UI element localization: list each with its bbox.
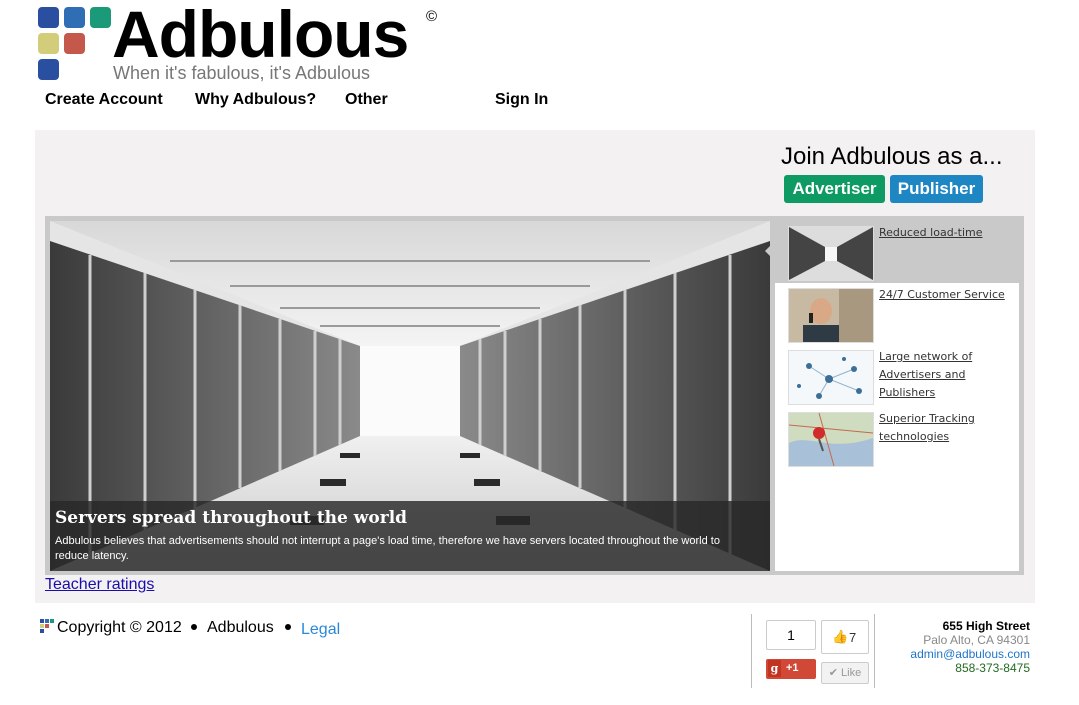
gplus-label: +1 <box>786 662 799 674</box>
server-room-image: Servers spread throughout the world Adbu… <box>50 221 770 571</box>
caption-title: Servers spread throughout the world <box>55 508 408 528</box>
contact-email-link[interactable]: admin@adbulous.com <box>910 647 1030 661</box>
legal-link[interactable]: Legal <box>301 621 340 639</box>
slider-thumbnails: Reduced load-time 24/7 Customer Service <box>765 221 1019 571</box>
nav-other[interactable]: Other <box>345 91 388 109</box>
logo-square <box>38 33 59 54</box>
main-nav: Create Account Why Adbulous? Other Sign … <box>0 91 600 113</box>
advertiser-button[interactable]: Advertiser <box>784 175 885 203</box>
address-street: 655 High Street <box>942 619 1030 633</box>
logo-mark <box>38 7 112 81</box>
active-pointer-icon <box>765 241 775 261</box>
thumb-label: Large network of Advertisers and Publish… <box>879 350 973 399</box>
tagline: When it's fabulous, it's Adbulous <box>113 63 371 83</box>
like-count: 7 <box>849 630 857 645</box>
nav-why-adbulous[interactable]: Why Adbulous? <box>195 91 316 109</box>
contact-phone: 858-373-8475 <box>955 661 1030 675</box>
thumb-label: Superior Tracking technologies <box>879 412 975 443</box>
thumb-item-reduced-load-time[interactable]: Reduced load-time <box>765 221 1019 283</box>
thumb-item-customer-service[interactable]: 24/7 Customer Service <box>775 283 1019 345</box>
footer-separator-dot <box>285 624 291 630</box>
copyright-mark: © <box>426 8 438 25</box>
main-panel: Join Adbulous as a... Advertiser Publish… <box>35 130 1035 603</box>
footer-divider <box>751 614 752 688</box>
publisher-button[interactable]: Publisher <box>890 175 983 203</box>
like-label: Like <box>841 667 862 679</box>
logo-square <box>38 7 59 28</box>
gplus-button[interactable]: g +1 <box>766 659 816 679</box>
caption-text: Adbulous believes that advertisements sh… <box>55 535 720 562</box>
teacher-ratings-link[interactable]: Teacher ratings <box>45 576 154 594</box>
thumb-image-support-agent <box>788 288 874 343</box>
address-city: Palo Alto, CA 94301 <box>923 633 1030 647</box>
check-icon: ✔ <box>828 667 838 679</box>
logo-square <box>90 7 111 28</box>
gplus-icon: g <box>768 660 781 677</box>
thumb-item-network[interactable]: Large network of Advertisers and Publish… <box>775 345 1019 407</box>
like-count-bubble: 👍 7 <box>821 620 869 654</box>
thumb-image-map-pin <box>788 412 874 467</box>
logo-square <box>38 59 59 80</box>
thumb-label: 24/7 Customer Service <box>879 288 1005 301</box>
nav-create-account[interactable]: Create Account <box>45 91 163 109</box>
brand-name: Adbulous <box>112 0 409 71</box>
footer-copyright: Copyright © 2012 <box>57 619 182 636</box>
logo-square <box>64 33 85 54</box>
like-button[interactable]: ✔ Like <box>821 662 869 684</box>
thumb-item-tracking[interactable]: Superior Tracking technologies <box>775 407 1019 469</box>
join-title: Join Adbulous as a... <box>781 143 1003 170</box>
thumb-label: Reduced load-time <box>879 226 983 239</box>
logo-square <box>64 7 85 28</box>
footer-logo-icon <box>40 619 54 633</box>
footer-company: Adbulous <box>207 619 274 636</box>
nav-sign-in[interactable]: Sign In <box>495 91 548 109</box>
slide-caption: Servers spread throughout the world Adbu… <box>50 501 770 571</box>
gplus-count-bubble: 1 <box>766 620 816 650</box>
footer-divider <box>874 614 875 688</box>
thumb-image-servers <box>788 226 874 281</box>
thumbs-up-icon: 👍 <box>832 629 849 644</box>
footer-separator-dot <box>191 624 197 630</box>
thumb-image-network <box>788 350 874 405</box>
feature-slider: Servers spread throughout the world Adbu… <box>45 216 1024 575</box>
